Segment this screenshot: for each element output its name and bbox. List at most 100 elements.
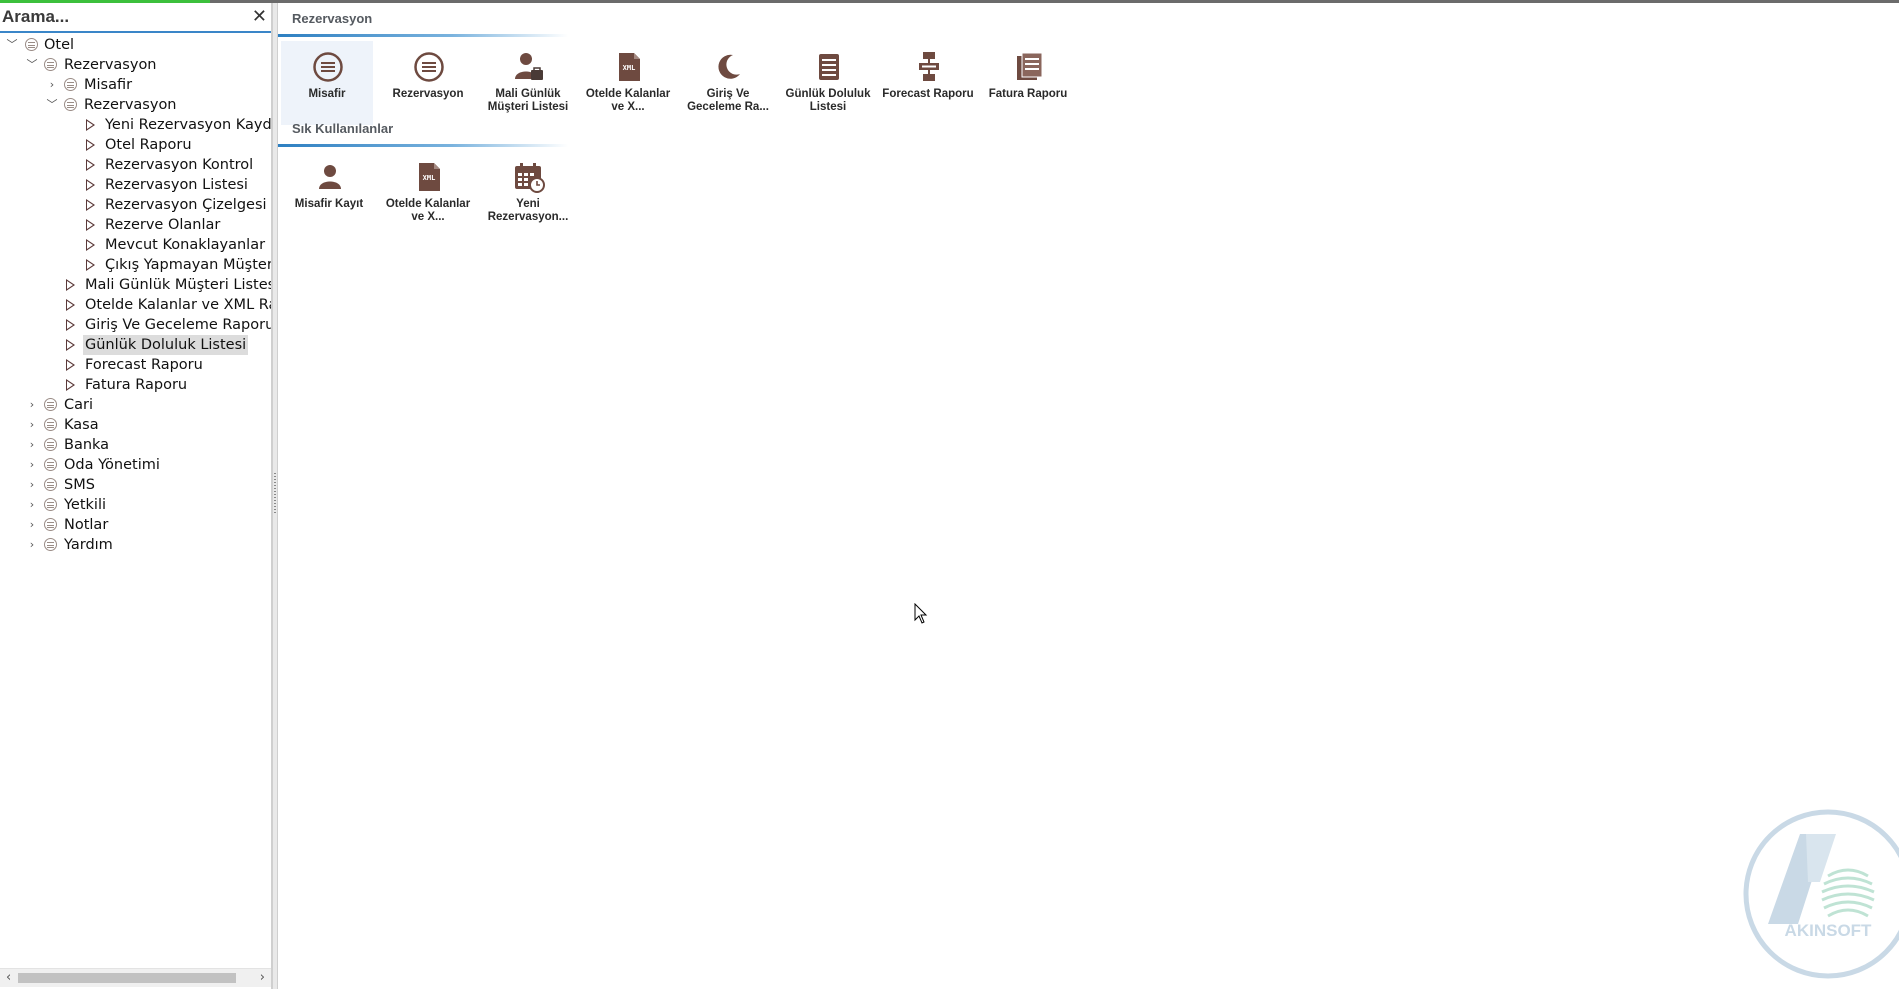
- triangle-icon: [66, 299, 75, 311]
- tile-misafir[interactable]: Misafir: [281, 41, 373, 125]
- tree-leaf-mevcut-konaklayanlar[interactable]: Mevcut Konaklayanlar: [86, 235, 271, 255]
- tree-node-otel[interactable]: ﹀ Otel: [6, 35, 266, 55]
- svg-text:XML: XML: [623, 64, 636, 72]
- list-circle-icon: [44, 478, 57, 491]
- tree-leaf-rezervasyon-kontrol[interactable]: Rezervasyon Kontrol: [86, 155, 271, 175]
- tree-node-label: Notlar: [64, 517, 109, 533]
- tile-giris-geceleme[interactable]: Giriş Ve Geceleme Ra...: [682, 41, 774, 125]
- list-circle-icon: [44, 538, 57, 551]
- tile-fatura[interactable]: Fatura Raporu: [982, 41, 1074, 125]
- tree-node-oda-yonetimi[interactable]: › Oda Yönetimi: [26, 455, 266, 475]
- tree-node-sms[interactable]: › SMS: [26, 475, 266, 495]
- tree-leaf-label: Rezerve Olanlar: [105, 217, 221, 233]
- scrollbar-thumb[interactable]: [18, 973, 236, 983]
- horizontal-scrollbar[interactable]: ‹ ›: [0, 968, 271, 987]
- tree-node-misafir[interactable]: › Misafir: [46, 75, 266, 95]
- chevron-right-icon[interactable]: ›: [26, 395, 38, 415]
- tile-otelde-kalanlar-fav[interactable]: XML Otelde Kalanlar ve X...: [382, 151, 474, 235]
- tree-node-label: Oda Yönetimi: [64, 457, 160, 473]
- tree-leaf-gunluk-doluluk[interactable]: Günlük Doluluk Listesi: [66, 335, 271, 355]
- tree-node-kasa[interactable]: › Kasa: [26, 415, 266, 435]
- splitter-grip[interactable]: [274, 473, 276, 513]
- tile-label: Giriş Ve Geceleme Ra...: [687, 88, 769, 113]
- section-title-sik-kullanilanlar: Sık Kullanılanlar: [292, 121, 394, 136]
- triangle-icon: [86, 199, 95, 211]
- svg-text:XML: XML: [423, 174, 436, 182]
- tree-node-label: Cari: [64, 397, 93, 413]
- tree-leaf-otelde-kalanlar[interactable]: Otelde Kalanlar ve XML Rapo: [66, 295, 271, 315]
- tree-leaf-giris-geceleme[interactable]: Giriş Ve Geceleme Raporu: [66, 315, 271, 335]
- list-circle-icon: [64, 98, 77, 111]
- chevron-right-icon[interactable]: ›: [26, 515, 38, 535]
- chevron-down-icon[interactable]: ﹀: [26, 55, 38, 75]
- scroll-left-icon[interactable]: ‹: [6, 970, 11, 985]
- chevron-right-icon[interactable]: ›: [26, 535, 38, 555]
- tree-node-label: Misafir: [84, 77, 133, 93]
- tile-gunluk-doluluk[interactable]: Günlük Doluluk Listesi: [782, 41, 874, 125]
- tile-mali-gunluk[interactable]: Mali Günlük Müşteri Listesi: [482, 41, 574, 125]
- close-icon[interactable]: ✕: [252, 6, 267, 27]
- chevron-down-icon[interactable]: ﹀: [6, 35, 18, 55]
- tile-label: Misafir Kayıt: [294, 198, 364, 210]
- chevron-right-icon[interactable]: ›: [26, 455, 38, 475]
- triangle-icon: [66, 339, 75, 351]
- navigation-panel: Arama... ✕ ﹀ Otel ﹀ Rezervasyon › Misafi…: [0, 3, 272, 989]
- tree-leaf-otel-raporu[interactable]: Otel Raporu: [86, 135, 271, 155]
- tree-leaf-forecast[interactable]: Forecast Raporu: [66, 355, 271, 375]
- tree-node-label: Rezervasyon: [84, 97, 177, 113]
- tree-leaf-yeni-rezervasyon[interactable]: Yeni Rezervasyon Kaydı: [86, 115, 271, 135]
- chevron-right-icon[interactable]: ›: [26, 495, 38, 515]
- list-circle-icon: [25, 38, 38, 51]
- tree-node-notlar[interactable]: › Notlar: [26, 515, 266, 535]
- tile-otelde-kalanlar[interactable]: XML Otelde Kalanlar ve X...: [582, 41, 674, 125]
- triangle-icon: [66, 279, 75, 291]
- tile-yeni-rezervasyon[interactable]: Yeni Rezervasyon...: [482, 151, 574, 235]
- tree-leaf-label: Rezervasyon Listesi: [105, 177, 248, 193]
- tile-forecast[interactable]: Forecast Raporu: [882, 41, 974, 125]
- tree-leaf-label: Otelde Kalanlar ve XML Rapo: [85, 297, 271, 313]
- tree-leaf-label: Çıkış Yapmayan Müşterile: [105, 257, 271, 273]
- tree-node-banka[interactable]: › Banka: [26, 435, 266, 455]
- tree-leaf-label: Giriş Ve Geceleme Raporu: [85, 317, 271, 333]
- tree-leaf-mali-gunluk[interactable]: Mali Günlük Müşteri Listesi: [66, 275, 271, 295]
- tile-label: Günlük Doluluk Listesi: [785, 88, 871, 113]
- tree-node-yetkili[interactable]: › Yetkili: [26, 495, 266, 515]
- triangle-icon: [86, 259, 95, 271]
- xml-file-icon: XML: [619, 53, 640, 81]
- chevron-right-icon[interactable]: ›: [26, 475, 38, 495]
- tree-node-label: Yardım: [64, 537, 113, 553]
- tree-leaf-label: Fatura Raporu: [85, 377, 188, 393]
- triangle-icon: [86, 179, 95, 191]
- tree-leaf-cikis-yapmayan[interactable]: Çıkış Yapmayan Müşterile: [86, 255, 271, 275]
- tree-node-label: SMS: [64, 477, 95, 493]
- tree-node-rezervasyon[interactable]: ﹀ Rezervasyon: [26, 55, 266, 75]
- menu-tree: ﹀ Otel ﹀ Rezervasyon › Misafir ﹀ Rezerva…: [0, 33, 272, 968]
- triangle-icon: [86, 219, 95, 231]
- tile-label: Rezervasyon: [392, 88, 464, 100]
- tile-misafir-kayit[interactable]: Misafir Kayıt: [283, 151, 375, 235]
- chevron-right-icon[interactable]: ›: [26, 435, 38, 455]
- tile-rezervasyon[interactable]: Rezervasyon: [382, 41, 474, 125]
- tree-leaf-rezervasyon-listesi[interactable]: Rezervasyon Listesi: [86, 175, 271, 195]
- search-input[interactable]: Arama...: [2, 7, 69, 27]
- xml-file-icon: XML: [419, 163, 440, 191]
- list-circle-icon: [44, 398, 57, 411]
- chevron-down-icon[interactable]: ﹀: [46, 95, 58, 115]
- tree-leaf-label: Rezervasyon Çizelgesi: [105, 197, 267, 213]
- tree-node-cari[interactable]: › Cari: [26, 395, 266, 415]
- tree-leaf-rezerve-olanlar[interactable]: Rezerve Olanlar: [86, 215, 271, 235]
- chevron-right-icon[interactable]: ›: [26, 415, 38, 435]
- chevron-right-icon[interactable]: ›: [46, 75, 58, 95]
- search-bar[interactable]: Arama... ✕: [0, 3, 271, 33]
- tile-label: Otelde Kalanlar ve X...: [585, 88, 671, 113]
- list-circle-icon: [44, 498, 57, 511]
- tree-node-label: Yetkili: [64, 497, 107, 513]
- tree-node-yardim[interactable]: › Yardım: [26, 535, 266, 555]
- scroll-right-icon[interactable]: ›: [260, 970, 265, 985]
- person-icon: [319, 165, 341, 189]
- tree-leaf-rezervasyon-cizelgesi[interactable]: Rezervasyon Çizelgesi: [86, 195, 271, 215]
- tree-node-rezervasyon-sub[interactable]: ﹀ Rezervasyon: [46, 95, 266, 115]
- tree-node-label: Otel: [44, 37, 75, 53]
- tree-leaf-fatura[interactable]: Fatura Raporu: [66, 375, 271, 395]
- tree-leaf-label: Mevcut Konaklayanlar: [105, 237, 266, 253]
